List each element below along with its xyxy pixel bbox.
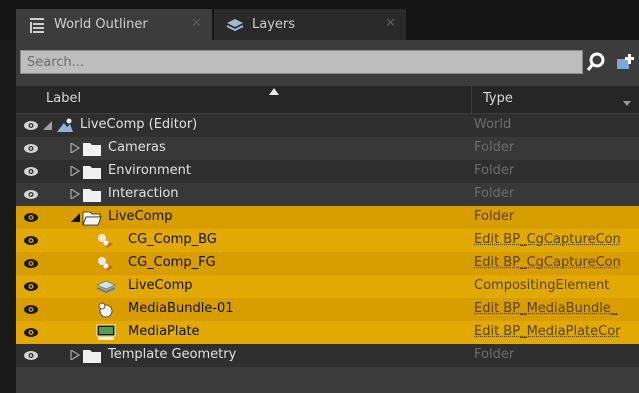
row-label: Environment (108, 163, 192, 178)
create-folder-icon[interactable] (613, 52, 637, 72)
expanded-arrow-icon[interactable] (70, 212, 80, 222)
tree-row[interactable]: LiveComp (Editor) World (16, 114, 639, 137)
eye-icon[interactable] (24, 166, 38, 177)
media-bundle-icon (98, 302, 113, 318)
tree-row[interactable]: MediaBundle-01 Edit BP_MediaBundle_ (16, 298, 639, 321)
edit-blueprint-link[interactable]: Edit BP_MediaBundle_ (474, 301, 617, 316)
tree-row[interactable]: CG_Comp_FG Edit BP_CgCaptureCon (16, 252, 639, 275)
tab-layers[interactable]: Layers ✕ (214, 9, 406, 40)
expanded-arrow-icon[interactable] (42, 120, 52, 130)
folder-icon (83, 166, 101, 179)
collapsed-arrow-icon[interactable] (70, 350, 80, 360)
eye-icon[interactable] (24, 120, 38, 131)
tree-row[interactable]: Environment Folder (16, 160, 639, 183)
search-input[interactable] (20, 50, 583, 74)
eye-icon[interactable] (24, 258, 38, 269)
row-type: Folder (474, 163, 515, 178)
tab-world-outliner[interactable]: World Outliner ✕ (16, 9, 212, 40)
eye-icon[interactable] (24, 281, 38, 292)
tab-bar: World Outliner ✕ Layers ✕ (0, 0, 639, 40)
row-label: LiveComp (Editor) (80, 117, 198, 132)
dropdown-icon[interactable] (623, 101, 631, 106)
edit-blueprint-link[interactable]: Edit BP_CgCaptureCon (474, 232, 621, 247)
column-label[interactable]: Label (46, 91, 81, 106)
close-icon[interactable]: ✕ (191, 16, 202, 31)
tree-row[interactable]: CG_Comp_BG Edit BP_CgCaptureCon (16, 229, 639, 252)
folder-icon (83, 189, 101, 202)
tree-row[interactable]: Interaction Folder (16, 183, 639, 206)
eye-icon[interactable] (24, 304, 38, 315)
column-divider[interactable] (471, 86, 472, 113)
world-outliner-panel: Label Type LiveComp (Editor) World Camer… (16, 40, 639, 393)
close-icon[interactable]: ✕ (385, 16, 396, 31)
tree-row[interactable]: Cameras Folder (16, 137, 639, 160)
row-label: CG_Comp_BG (128, 232, 217, 247)
collapsed-arrow-icon[interactable] (70, 143, 80, 153)
sort-ascending-icon[interactable] (269, 88, 279, 95)
row-label: MediaPlate (128, 324, 200, 339)
tree-row[interactable]: Template Geometry Folder (16, 344, 639, 367)
media-plate-icon (96, 324, 116, 340)
tab-label: Layers (252, 17, 296, 32)
collapsed-arrow-icon[interactable] (70, 166, 80, 176)
collapsed-arrow-icon[interactable] (70, 189, 80, 199)
open-folder-icon (82, 211, 102, 226)
row-type: CompositingElement (474, 278, 610, 293)
cg-capture-icon (98, 257, 113, 271)
cg-capture-icon (98, 234, 113, 248)
search-row (16, 50, 639, 76)
row-label: LiveComp (128, 278, 193, 293)
eye-icon[interactable] (24, 327, 38, 338)
row-label: Template Geometry (108, 347, 237, 362)
row-type: World (474, 117, 512, 132)
tree-row[interactable]: MediaPlate Edit BP_MediaPlateCor (16, 321, 639, 344)
row-label: CG_Comp_FG (128, 255, 216, 270)
outliner-tree: LiveComp (Editor) World Cameras Folder E… (16, 114, 639, 367)
tab-label: World Outliner (54, 17, 148, 32)
eye-icon[interactable] (24, 143, 38, 154)
row-label: Cameras (108, 140, 166, 155)
row-label: LiveComp (108, 209, 173, 224)
folder-icon (83, 143, 101, 156)
layers-icon (226, 18, 244, 31)
search-icon[interactable] (586, 52, 606, 72)
folder-icon (83, 350, 101, 363)
column-type[interactable]: Type (483, 91, 513, 106)
row-type: Folder (474, 140, 515, 155)
row-type: Folder (474, 347, 515, 362)
tree-row[interactable]: LiveComp Folder (16, 206, 639, 229)
row-type: Folder (474, 186, 515, 201)
world-icon (57, 118, 73, 132)
compositing-layers-icon (96, 280, 116, 294)
eye-icon[interactable] (24, 350, 38, 361)
row-label: Interaction (108, 186, 179, 201)
tree-row[interactable]: LiveComp CompositingElement (16, 275, 639, 298)
edit-blueprint-link[interactable]: Edit BP_MediaPlateCor (474, 324, 621, 339)
list-icon (30, 17, 44, 33)
column-header: Label Type (16, 86, 639, 113)
eye-icon[interactable] (24, 235, 38, 246)
row-label: MediaBundle-01 (128, 301, 234, 316)
row-type: Folder (474, 209, 515, 224)
eye-icon[interactable] (24, 189, 38, 200)
eye-icon[interactable] (24, 212, 38, 223)
edit-blueprint-link[interactable]: Edit BP_CgCaptureCon (474, 255, 621, 270)
